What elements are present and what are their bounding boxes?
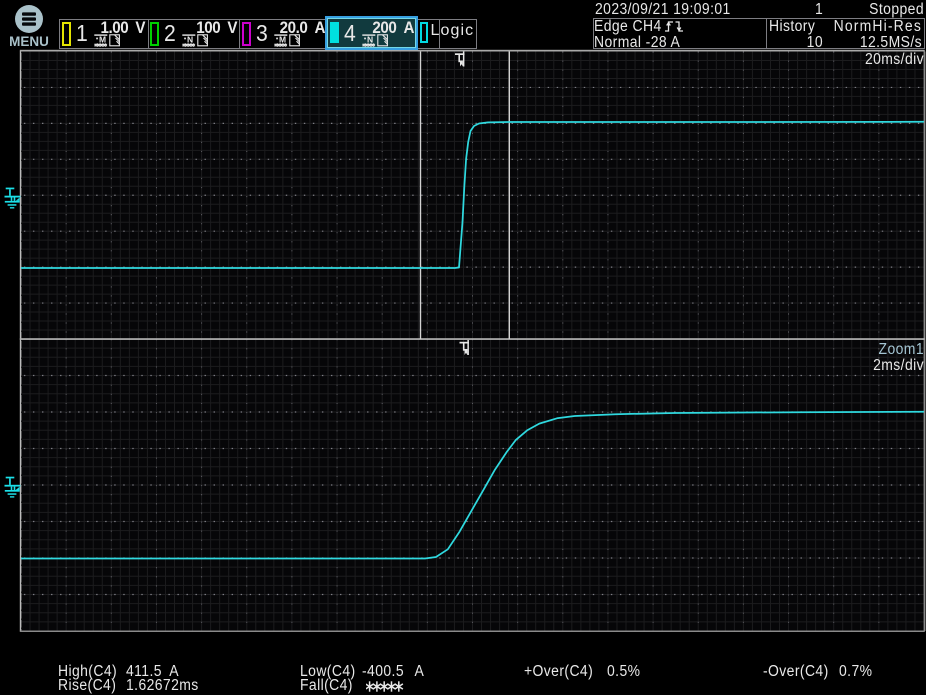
svg-text:M: M — [99, 35, 106, 45]
svg-text:N: N — [367, 35, 373, 45]
svg-text:N: N — [187, 35, 193, 45]
svg-text:M: M — [279, 35, 286, 45]
svg-text:MENU: MENU — [9, 34, 49, 49]
